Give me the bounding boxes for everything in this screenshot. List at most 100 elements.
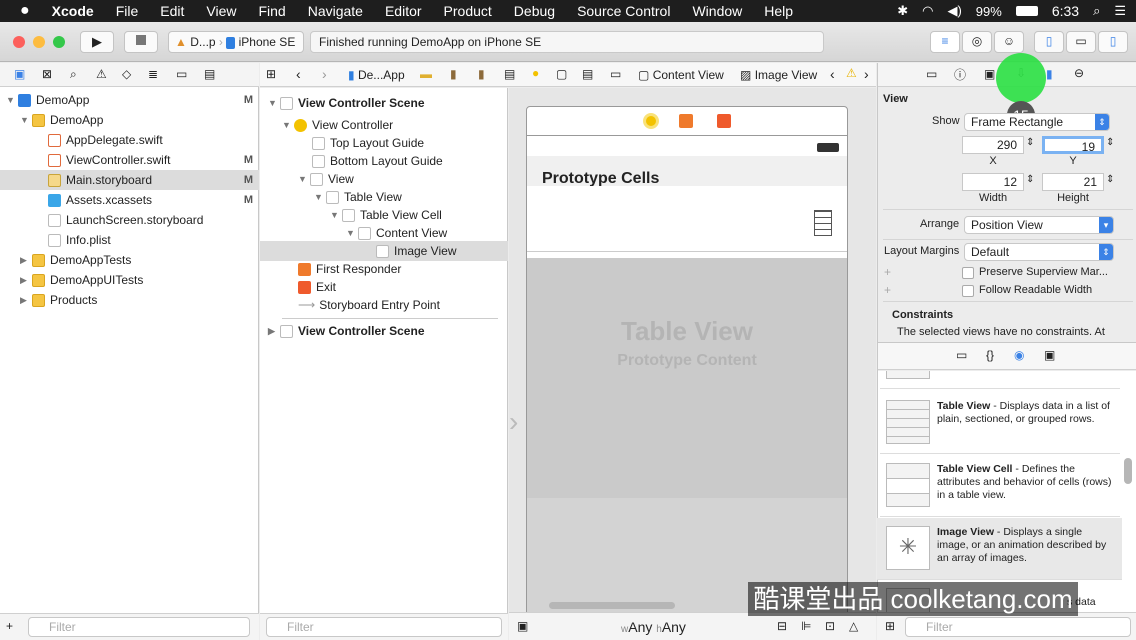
add-variation-icon[interactable]: + bbox=[884, 283, 891, 297]
jump-image-view[interactable]: ▨ Image View bbox=[740, 68, 817, 82]
tree-row-file[interactable]: Info.plist bbox=[0, 230, 259, 250]
version-editor-button[interactable]: ☺ bbox=[994, 31, 1024, 53]
readable-width-checkbox[interactable] bbox=[962, 285, 974, 297]
toggle-utilities-button[interactable]: ▯ bbox=[1098, 31, 1128, 53]
menu-editor[interactable]: Editor bbox=[385, 3, 422, 19]
bluetooth-icon[interactable]: ✱ bbox=[897, 3, 908, 19]
outline-content-view[interactable]: ▼ Content View bbox=[260, 223, 508, 243]
device-screen[interactable]: Prototype Cells Table View Prototype Con… bbox=[526, 136, 848, 612]
jump-content-view[interactable]: ▢ Content View bbox=[638, 68, 724, 82]
symbol-navigator-icon[interactable]: ⊠ bbox=[42, 67, 52, 81]
issue-back-button[interactable]: ‹ bbox=[830, 66, 835, 82]
jump-scene-icon[interactable]: ▤ bbox=[504, 67, 515, 81]
resolve-issues-icon[interactable]: △ bbox=[849, 619, 858, 633]
tree-row-file[interactable]: ViewController.swift M bbox=[0, 150, 259, 170]
outline-scene[interactable]: ▼ View Controller Scene bbox=[260, 93, 508, 113]
view-controller-icon[interactable] bbox=[643, 113, 659, 129]
prototype-cell[interactable] bbox=[527, 186, 847, 252]
jump-table-view-icon[interactable]: ▤ bbox=[582, 67, 593, 81]
first-responder-icon[interactable] bbox=[679, 114, 693, 128]
tree-row-file[interactable]: LaunchScreen.storyboard bbox=[0, 210, 259, 230]
zoom-window-button[interactable] bbox=[53, 36, 65, 48]
width-field[interactable]: 12 bbox=[962, 173, 1024, 191]
object-library-icon[interactable]: ◉ bbox=[1014, 348, 1024, 362]
library-filter-input[interactable]: Filter bbox=[905, 617, 1131, 637]
tree-row-file[interactable]: Assets.xcassets M bbox=[0, 190, 259, 210]
library-item[interactable]: Table View Cell - Defines the attributes… bbox=[880, 455, 1120, 517]
size-class-button[interactable]: wAny hAny bbox=[621, 619, 686, 635]
outline-scene[interactable]: ▶ View Controller Scene bbox=[260, 321, 508, 341]
related-items-icon[interactable]: ⊞ bbox=[266, 67, 276, 81]
jump-project[interactable]: ▮ De...App bbox=[348, 68, 405, 82]
jump-folder-icon[interactable]: ▬ bbox=[420, 67, 432, 81]
exit-icon[interactable] bbox=[717, 114, 731, 128]
tree-row-group[interactable]: ▶ DemoAppUITests bbox=[0, 270, 259, 290]
close-window-button[interactable] bbox=[13, 36, 25, 48]
menu-help[interactable]: Help bbox=[764, 3, 793, 19]
navigator-filter-input[interactable]: Filter bbox=[28, 617, 250, 637]
breakpoint-navigator-icon[interactable]: ▭ bbox=[176, 67, 187, 81]
layout-margins-popup[interactable]: Default ⇕ bbox=[964, 243, 1114, 261]
assistant-editor-button[interactable]: ◎ bbox=[962, 31, 992, 53]
connections-inspector-icon[interactable]: ⊖ bbox=[1074, 66, 1084, 80]
tree-row-group[interactable]: ▶ DemoAppTests bbox=[0, 250, 259, 270]
x-stepper-icon[interactable]: ⇕ bbox=[1026, 137, 1034, 148]
menu-product[interactable]: Product bbox=[444, 3, 492, 19]
tree-row-file[interactable]: AppDelegate.swift bbox=[0, 130, 259, 150]
menu-source-control[interactable]: Source Control bbox=[577, 3, 670, 19]
tree-row-group[interactable]: ▶ Products bbox=[0, 290, 259, 310]
outline-view[interactable]: ▼ View bbox=[260, 169, 508, 189]
toggle-debug-area-button[interactable]: ▭ bbox=[1066, 31, 1096, 53]
file-inspector-icon[interactable]: ▭ bbox=[926, 67, 937, 81]
outline-exit[interactable]: Exit bbox=[260, 277, 508, 297]
jump-storyboard-icon[interactable]: ▮ bbox=[450, 67, 457, 81]
apple-menu-icon[interactable]: ● bbox=[20, 2, 30, 20]
volume-icon[interactable]: ◀) bbox=[947, 3, 961, 19]
jump-view-icon[interactable]: ▢ bbox=[556, 67, 567, 81]
issue-forward-button[interactable]: › bbox=[864, 66, 869, 82]
media-library-icon[interactable]: ▣ bbox=[1044, 348, 1055, 362]
menu-navigate[interactable]: Navigate bbox=[308, 3, 363, 19]
outline-top-layout-guide[interactable]: Top Layout Guide bbox=[260, 133, 508, 153]
interface-builder-canvas[interactable]: › Prototype Cells Table View Prototype C… bbox=[509, 88, 876, 612]
menu-view[interactable]: View bbox=[206, 3, 236, 19]
library-item-selected[interactable]: ✳ Image View - Displays a single image, … bbox=[877, 518, 1122, 580]
clock[interactable]: 6:33 bbox=[1052, 3, 1079, 19]
jump-cell-icon[interactable]: ▭ bbox=[610, 67, 621, 81]
menu-file[interactable]: File bbox=[116, 3, 139, 19]
debug-navigator-icon[interactable]: ≣ bbox=[148, 67, 158, 81]
forward-button[interactable]: › bbox=[322, 66, 327, 82]
jump-storyboard-icon[interactable]: ▮ bbox=[478, 67, 485, 81]
stop-button[interactable] bbox=[124, 31, 158, 53]
scheme-selector[interactable]: ▲ D...p › iPhone SE bbox=[168, 31, 304, 53]
outline-bottom-layout-guide[interactable]: Bottom Layout Guide bbox=[260, 151, 508, 171]
tree-row-file-selected[interactable]: Main.storyboard M bbox=[0, 170, 259, 190]
table-view[interactable] bbox=[527, 258, 847, 498]
library-item[interactable]: Table View - Displays data in a list of … bbox=[880, 392, 1120, 454]
notification-center-icon[interactable]: ☰ bbox=[1114, 3, 1126, 19]
outline-image-view-selected[interactable]: Image View bbox=[260, 241, 508, 261]
preserve-checkbox[interactable] bbox=[962, 267, 974, 279]
y-stepper-icon[interactable]: ⇕ bbox=[1106, 137, 1114, 148]
tree-row-project[interactable]: ▼ DemoApp M bbox=[0, 90, 259, 110]
outline-entry-point[interactable]: ⟶ Storyboard Entry Point bbox=[260, 295, 508, 315]
tree-row-group[interactable]: ▼ DemoApp bbox=[0, 110, 259, 130]
width-stepper-icon[interactable]: ⇕ bbox=[1026, 174, 1034, 185]
code-snippet-library-icon[interactable]: {} bbox=[986, 348, 994, 362]
jump-view-controller-icon[interactable]: ● bbox=[532, 66, 539, 80]
pin-icon[interactable]: ⊡ bbox=[825, 619, 835, 633]
menu-window[interactable]: Window bbox=[692, 3, 742, 19]
toggle-navigator-button[interactable]: ▯ bbox=[1034, 31, 1064, 53]
find-navigator-icon[interactable]: ⌕ bbox=[70, 67, 77, 82]
library-scrollbar[interactable] bbox=[1124, 458, 1132, 484]
stack-icon[interactable]: ⊟ bbox=[777, 619, 787, 633]
image-view-placeholder-icon[interactable] bbox=[814, 210, 832, 236]
show-outline-icon[interactable]: ▣ bbox=[517, 619, 528, 633]
outline-filter-input[interactable]: Filter bbox=[266, 617, 502, 637]
file-template-library-icon[interactable]: ▭ bbox=[956, 348, 967, 362]
align-icon[interactable]: ⊫ bbox=[801, 619, 811, 633]
x-field[interactable]: 290 bbox=[962, 136, 1024, 154]
height-stepper-icon[interactable]: ⇕ bbox=[1106, 174, 1114, 185]
height-field[interactable]: 21 bbox=[1042, 173, 1104, 191]
test-navigator-icon[interactable]: ◇ bbox=[122, 67, 131, 81]
